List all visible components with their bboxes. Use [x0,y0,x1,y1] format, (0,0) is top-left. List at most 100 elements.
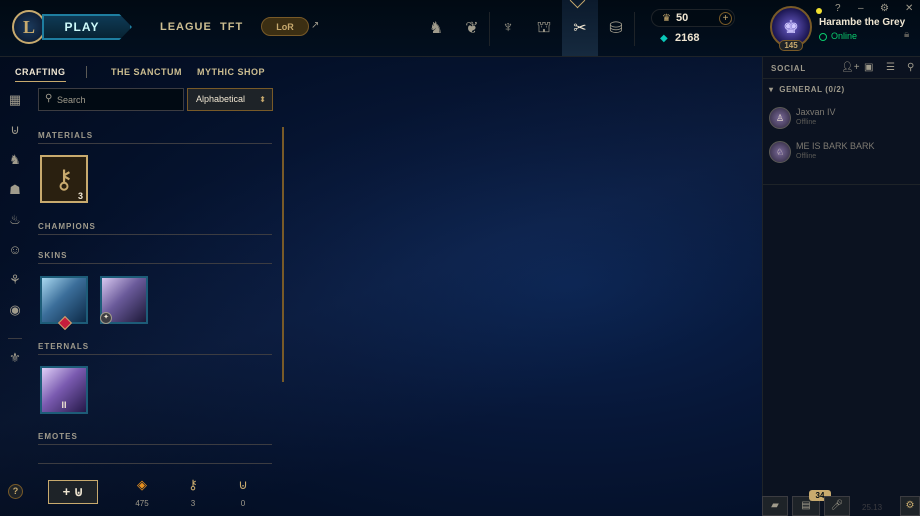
tab-mythic-shop[interactable]: MYTHIC SHOP [197,67,265,77]
skins-heading: SKINS [38,251,68,260]
client-version: 25.13 [862,503,883,512]
eternals-heading: ETERNALS [38,342,90,351]
eternals-tile[interactable]: II [40,366,88,414]
materials-heading: MATERIALS [38,131,94,140]
social-divider [763,184,920,185]
emotes-heading: EMOTES [38,432,78,441]
champions-heading: CHAMPIONS [38,222,96,231]
friend-list-item[interactable]: ♘ ME IS BARK BARK Offline [767,137,917,167]
nav-league[interactable]: LEAGUE [160,21,212,33]
voice-button[interactable]: 🎤︎ [824,496,850,516]
tft-icon[interactable]: ❦ [454,0,490,56]
emote-filter-icon[interactable]: ☺ [8,243,22,257]
clash-icon[interactable]: ♆ [490,0,526,56]
notification-dot [816,8,822,14]
section-divider [38,444,272,445]
eternals-series-mark: II [61,400,67,410]
rail-divider [8,338,22,339]
key-icon: ⚷ [54,163,74,194]
search-icon: ⚲ [45,93,53,104]
nav-divider [489,12,490,46]
social-panel: SOCIAL 👤︎+ ▣ ☰ ⚲ ▾ GENERAL (0/2) ♙ Jaxva… [762,57,920,516]
help-icon[interactable]: ? [835,3,841,14]
section-divider [38,263,272,264]
lock-icon: 🔒︎ [904,29,910,40]
friend-status: Offline [796,119,817,126]
tab-crafting[interactable]: CRAFTING [15,67,66,82]
friend-list-item[interactable]: ♙ Jaxvan IV Offline [767,103,917,133]
essence-count: 475 [135,499,149,508]
social-title: SOCIAL [771,64,807,73]
nav-divider [634,12,635,46]
add-friend-icon[interactable]: 👤︎+ [841,62,860,73]
social-header: SOCIAL 👤︎+ ▣ ☰ ⚲ [763,57,920,79]
scrollbar[interactable] [282,127,284,382]
skin-tier-icon: ✦ [100,312,112,324]
essence-icon: ◈ [137,477,147,492]
settings-icon[interactable]: ⚙ [880,3,889,14]
riot-points-icon: ♛ [662,13,671,24]
key-fragment-count: 3 [190,499,196,508]
loot-icon[interactable]: ⛫ [526,0,562,56]
settings-gear-icon[interactable]: ⚙ [900,496,920,516]
close-icon[interactable]: ✕ [905,3,913,14]
add-folder-icon[interactable]: ▣ [864,62,873,73]
tft-filter-icon[interactable]: ⚜ [8,351,22,365]
item-count: 3 [77,191,83,201]
champion-filter-icon[interactable]: ♞ [8,153,22,167]
friend-avatar: ♘ [769,141,791,163]
bottom-divider [38,463,272,464]
eternals-filter-icon[interactable]: ⚘ [8,273,22,287]
league-logo-icon[interactable]: L [12,10,46,44]
friend-name: ME IS BARK BARK [796,141,875,151]
chat-button[interactable]: ▰ [762,496,788,516]
play-button[interactable]: PLAY [42,14,132,40]
level-badge: 145 [779,40,803,51]
sort-dropdown[interactable]: Alphabetical ⬍ [187,88,273,111]
hextech-key-tile[interactable]: ⚷ 3 [40,155,88,203]
online-status[interactable]: Online [819,31,857,41]
search-input[interactable] [57,92,177,107]
buy-rp-button[interactable]: + [719,12,732,25]
skin-filter-icon[interactable]: ☗ [8,183,22,197]
tab-the-sanctum[interactable]: THE SANCTUM [111,67,182,77]
sort-value: Alphabetical [196,94,246,104]
section-divider [38,234,272,235]
store-icon[interactable]: ⛁ [598,0,634,56]
search-icon[interactable]: ⚲ [907,62,914,73]
friend-name: Jaxvan IV [796,107,836,117]
nav-tft[interactable]: TFT [220,21,243,33]
friend-status: Offline [796,153,817,160]
friend-group-general[interactable]: ▾ GENERAL (0/2) [769,85,845,94]
dropdown-chevron-icon: ⬍ [259,95,266,104]
section-divider [38,354,272,355]
skin-shard-tile[interactable]: ✦ [100,276,148,324]
rp-value: 50 [676,12,689,24]
top-navigation-bar: L PLAY LEAGUE TFT LoR ↗ ♞ ❦ ♆ ⛫ ✂ ⛁ ♛ 50… [0,0,920,57]
username[interactable]: Harambe the Grey [819,17,905,28]
lor-button[interactable]: LoR [261,17,309,36]
chevron-down-icon: ▾ [769,85,774,94]
add-chest-button[interactable]: + ⊍ [48,480,98,504]
blue-essence-value: 2168 [675,32,700,44]
crafting-icon[interactable]: ✂ [562,0,598,56]
blue-essence-icon: ◆ [660,33,668,44]
skin-shard-tile[interactable] [40,276,88,331]
search-box[interactable]: ⚲ [38,88,184,111]
external-link-icon: ↗ [311,20,320,31]
icon-filter-icon[interactable]: ◉ [8,303,22,317]
minimize-icon[interactable]: – [858,3,864,14]
list-view-icon[interactable]: ☰ [886,62,895,73]
all-items-icon[interactable]: ▦ [8,93,22,107]
key-fragment-icon: ⚷ [188,477,198,492]
help-button[interactable]: ? [8,484,23,499]
champions-icon[interactable]: ♞ [418,0,454,56]
ward-filter-icon[interactable]: ♨ [8,213,22,227]
chest-count: 0 [240,499,246,508]
rp-wallet[interactable]: ♛ 50 + [651,9,735,27]
subnav-divider [86,66,87,78]
friend-avatar: ♙ [769,107,791,129]
group-label: GENERAL (0/2) [779,85,845,94]
chest-filter-icon[interactable]: ⊍ [8,123,22,137]
filter-rail: ▦ ⊍ ♞ ☗ ♨ ☺ ⚘ ◉ ⚜ [0,85,30,385]
